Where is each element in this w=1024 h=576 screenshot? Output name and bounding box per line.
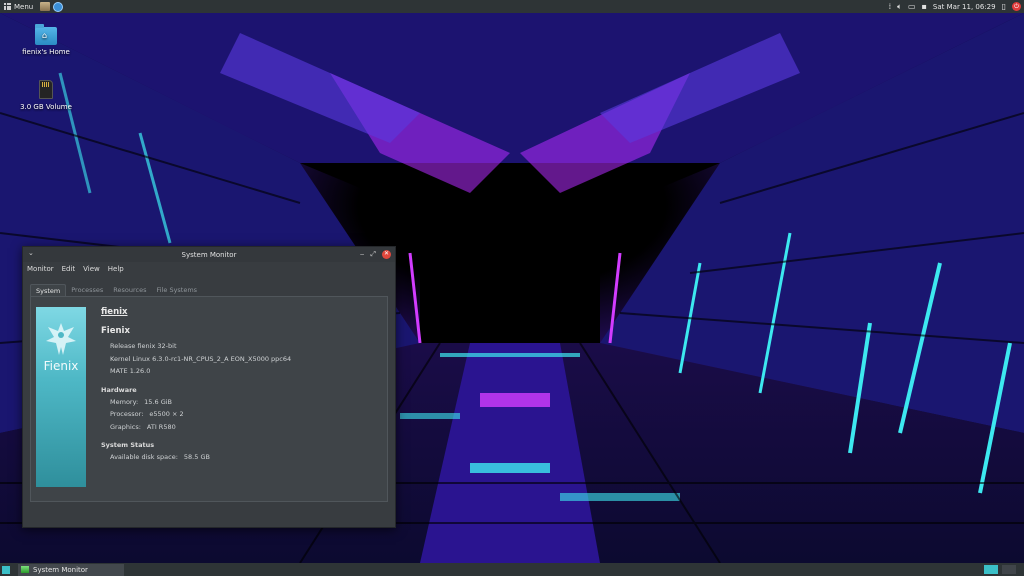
show-desktop-icon[interactable]	[2, 565, 10, 574]
clock[interactable]: Sat Mar 11, 06:29	[933, 3, 996, 11]
menu-monitor[interactable]: Monitor	[27, 265, 54, 273]
window-menubar: Monitor Edit View Help	[23, 262, 395, 276]
menu-label: Menu	[14, 2, 34, 11]
window-titlebar[interactable]: ⌄ System Monitor ‒ ⤢ ✕	[23, 247, 395, 262]
desktop-icon-volume[interactable]: 3.0 GB Volume	[16, 80, 76, 111]
graphics-value: ATI R580	[146, 422, 176, 431]
os-name: Fienix	[101, 326, 130, 336]
hardware-heading: Hardware	[101, 385, 137, 394]
system-info: fienix Fienix Release fienix 32-bit Kern…	[101, 307, 291, 464]
distro-logo: Fienix	[36, 307, 86, 487]
volume-icon[interactable]: 🔈︎	[897, 0, 902, 13]
system-status-heading: System Status	[101, 441, 155, 449]
tab-system[interactable]: System	[30, 284, 67, 296]
disk-space-row: Available disk space: 58.5 GB	[110, 451, 291, 464]
disk-space-label: Available disk space:	[110, 453, 178, 461]
desktop-icon-home[interactable]: ⌂ fienix's Home	[16, 24, 76, 56]
tab-bar: System Processes Resources File Systems	[30, 284, 202, 296]
release-text: Release fienix 32-bit	[110, 342, 177, 350]
minimize-icon[interactable]: ‒	[360, 249, 364, 259]
menu-grid-icon	[4, 3, 11, 10]
graphics-row: Graphics: ATI R580	[110, 421, 291, 434]
notification-icon[interactable]: ▪	[922, 0, 927, 13]
maximize-icon[interactable]: ⤢	[370, 249, 376, 259]
tab-processes[interactable]: Processes	[66, 284, 108, 296]
system-tab-panel: Fienix fienix Fienix Release fienix 32-b…	[30, 296, 388, 502]
processor-label: Processor:	[110, 410, 144, 418]
file-manager-icon[interactable]	[40, 2, 51, 11]
disk-space-value: 58.5 GB	[183, 453, 210, 461]
graphics-label: Graphics:	[110, 422, 141, 431]
menu-button[interactable]: Menu	[0, 0, 37, 13]
memory-value: 15.6 GiB	[144, 397, 172, 406]
network-icon[interactable]: ▭	[908, 0, 916, 13]
processor-value: e5500 × 2	[149, 410, 184, 418]
desktop-icon-label: fienix's Home	[22, 48, 70, 56]
workspace-1-button[interactable]	[984, 565, 998, 574]
system-tray: ⁞ 🔈︎ ▭ ▪ Sat Mar 11, 06:29 ▯ ⏻	[889, 0, 1024, 13]
kernel-text: Kernel Linux 6.3.0-rc1-NR_CPUS_2_A EON_X…	[110, 354, 292, 363]
taskbar-item-label: System Monitor	[33, 565, 88, 574]
taskbar-item-system-monitor[interactable]: System Monitor	[18, 563, 124, 576]
memory-row: Memory: 15.6 GiB	[110, 396, 291, 409]
desktop-icon-label: 3.0 GB Volume	[20, 103, 72, 111]
processor-row: Processor: e5500 × 2	[110, 408, 291, 421]
tab-file-systems[interactable]: File Systems	[152, 284, 203, 296]
menu-view[interactable]: View	[83, 265, 100, 273]
logo-text: Fienix	[43, 359, 79, 373]
menu-edit[interactable]: Edit	[62, 265, 76, 273]
sd-card-icon	[39, 80, 53, 99]
workspace-2-button[interactable]	[1002, 565, 1016, 574]
system-monitor-window: ⌄ System Monitor ‒ ⤢ ✕ Monitor Edit View…	[22, 246, 396, 528]
browser-icon[interactable]	[53, 1, 64, 12]
window-title: System Monitor	[181, 250, 237, 259]
separator-icon: ▯	[1001, 2, 1006, 11]
top-panel: Menu ⁞ 🔈︎ ▭ ▪ Sat Mar 11, 06:29 ▯ ⏻	[0, 0, 1024, 13]
memory-label: Memory:	[110, 397, 139, 406]
hostname[interactable]: fienix	[101, 307, 291, 317]
phoenix-icon	[46, 323, 76, 355]
menu-help[interactable]: Help	[108, 265, 124, 273]
tab-resources[interactable]: Resources	[108, 284, 151, 296]
system-monitor-icon	[21, 566, 29, 573]
window-menu-icon[interactable]: ⌄	[28, 249, 34, 257]
power-icon[interactable]: ⏻	[1012, 2, 1021, 11]
mate-version-text: MATE 1.26.0	[110, 367, 151, 375]
keyboard-icon[interactable]: ⁞	[889, 0, 892, 13]
close-icon[interactable]: ✕	[382, 249, 391, 259]
bottom-taskbar: System Monitor	[0, 563, 1024, 576]
home-folder-icon: ⌂	[35, 24, 57, 45]
